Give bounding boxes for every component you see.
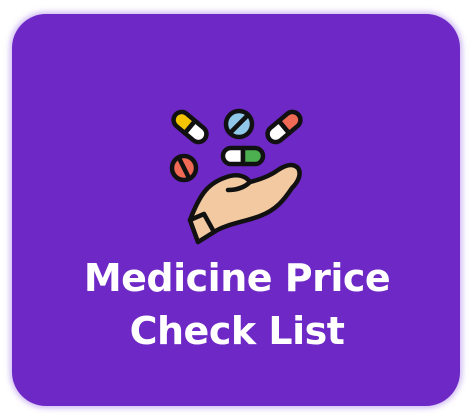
app-title-line-2: Check List	[129, 309, 345, 353]
pills-in-hand-icon	[169, 108, 303, 245]
app-title-line-1: Medicine Price	[83, 256, 391, 300]
